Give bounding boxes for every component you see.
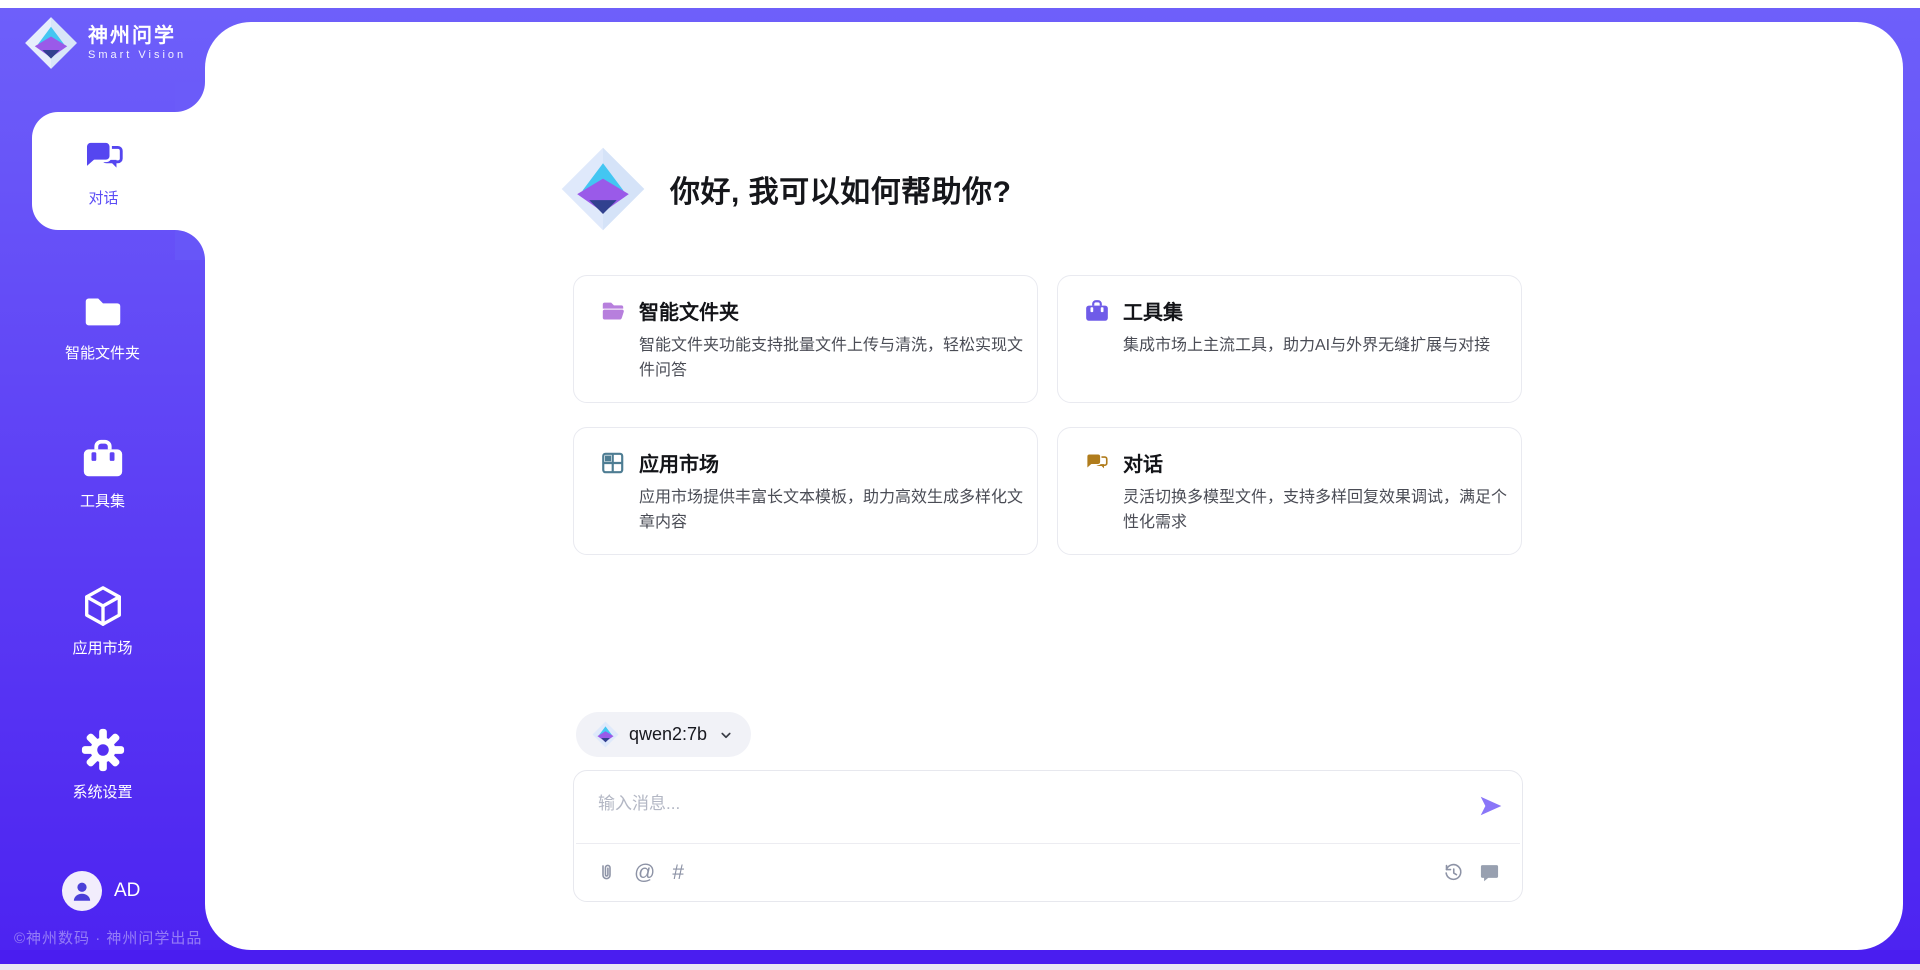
comment-icon[interactable] xyxy=(1479,862,1500,883)
model-diamond-icon xyxy=(592,721,619,748)
toolbox-icon xyxy=(1084,298,1110,324)
cube-grid-icon xyxy=(600,450,626,476)
avatar xyxy=(62,871,102,911)
feature-cards: 智能文件夹 智能文件夹功能支持批量文件上传与清洗，轻松实现文件问答 xyxy=(573,275,1522,555)
sidebar-item-label: 应用市场 xyxy=(72,637,132,658)
sidebar-item-label: 对话 xyxy=(88,187,118,208)
assistant-diamond-icon xyxy=(560,146,646,232)
sidebar-item-chat[interactable]: 对话 xyxy=(32,112,205,230)
person-icon xyxy=(69,878,95,904)
message-input[interactable] xyxy=(596,787,1440,835)
model-name: qwen2:7b xyxy=(629,724,707,745)
card-smart-folder[interactable]: 智能文件夹 智能文件夹功能支持批量文件上传与清洗，轻松实现文件问答 xyxy=(573,275,1038,403)
window-bottom-bar xyxy=(0,950,1920,964)
folder-open-icon xyxy=(600,298,626,324)
brand-subtitle: Smart Vision xyxy=(88,48,186,62)
sidebar-item-label: 智能文件夹 xyxy=(65,342,140,363)
card-title: 智能文件夹 xyxy=(639,296,739,325)
folder-icon xyxy=(80,288,126,334)
chevron-down-icon xyxy=(717,726,735,744)
message-composer: @ # xyxy=(573,770,1523,902)
window-bottom-edge xyxy=(0,964,1920,970)
card-description: 智能文件夹功能支持批量文件上传与清洗，轻松实现文件问答 xyxy=(639,333,1027,383)
app-window: 神州问学 Smart Vision 对话 智能文件夹 xyxy=(0,0,1920,970)
card-title: 应用市场 xyxy=(639,448,719,477)
sidebar-item-label: 系统设置 xyxy=(72,781,132,802)
tab-curve-bottom xyxy=(175,230,205,260)
chat-icon xyxy=(1084,450,1110,476)
hash-icon[interactable]: # xyxy=(672,862,684,883)
card-app-market[interactable]: 应用市场 应用市场提供丰富长文本模板，助力高效生成多样化文章内容 xyxy=(573,427,1038,555)
sidebar-item-app-market[interactable]: 应用市场 xyxy=(0,583,205,658)
history-icon[interactable] xyxy=(1443,862,1464,883)
card-title: 对话 xyxy=(1123,448,1163,477)
card-description: 应用市场提供丰富长文本模板，助力高效生成多样化文章内容 xyxy=(639,485,1027,535)
attachment-icon[interactable] xyxy=(596,862,617,883)
tab-curve-top xyxy=(175,82,205,112)
card-title: 工具集 xyxy=(1123,296,1183,325)
sidebar-item-label: 工具集 xyxy=(80,490,125,511)
sidebar-item-settings[interactable]: 系统设置 xyxy=(0,727,205,802)
cube-icon xyxy=(80,583,126,629)
sidebar-item-toolset[interactable]: 工具集 xyxy=(0,436,205,511)
copyright-text: ©神州数码 · 神州问学出品 xyxy=(14,927,202,948)
brand-name: 神州问学 xyxy=(88,24,186,48)
toolbox-icon xyxy=(80,436,126,482)
greeting-text: 你好, 我可以如何帮助你? xyxy=(670,167,1012,211)
user-initials: AD xyxy=(114,880,140,902)
main-panel: 你好, 我可以如何帮助你? 智能文件夹 智能文件夹功能支持批量文件上传与清洗，轻… xyxy=(205,22,1903,950)
mention-icon[interactable]: @ xyxy=(634,862,655,883)
brand-logo: 神州问学 Smart Vision xyxy=(24,16,186,70)
greeting: 你好, 我可以如何帮助你? xyxy=(560,146,1012,232)
card-description: 灵活切换多模型文件，支持多样回复效果调试，满足个性化需求 xyxy=(1123,485,1511,535)
card-chat[interactable]: 对话 灵活切换多模型文件，支持多样回复效果调试，满足个性化需求 xyxy=(1057,427,1522,555)
card-description: 集成市场上主流工具，助力AI与外界无缝扩展与对接 xyxy=(1123,333,1511,358)
chat-icon xyxy=(81,135,127,181)
brand-diamond-icon xyxy=(24,16,78,70)
user-account[interactable]: AD xyxy=(62,871,140,911)
model-selector[interactable]: qwen2:7b xyxy=(576,712,751,757)
window-top-edge xyxy=(0,0,1920,8)
sidebar-item-smart-folder[interactable]: 智能文件夹 xyxy=(0,288,205,363)
gear-icon xyxy=(80,727,126,773)
send-button[interactable] xyxy=(1478,793,1504,819)
card-toolset[interactable]: 工具集 集成市场上主流工具，助力AI与外界无缝扩展与对接 xyxy=(1057,275,1522,403)
send-icon xyxy=(1478,793,1504,819)
